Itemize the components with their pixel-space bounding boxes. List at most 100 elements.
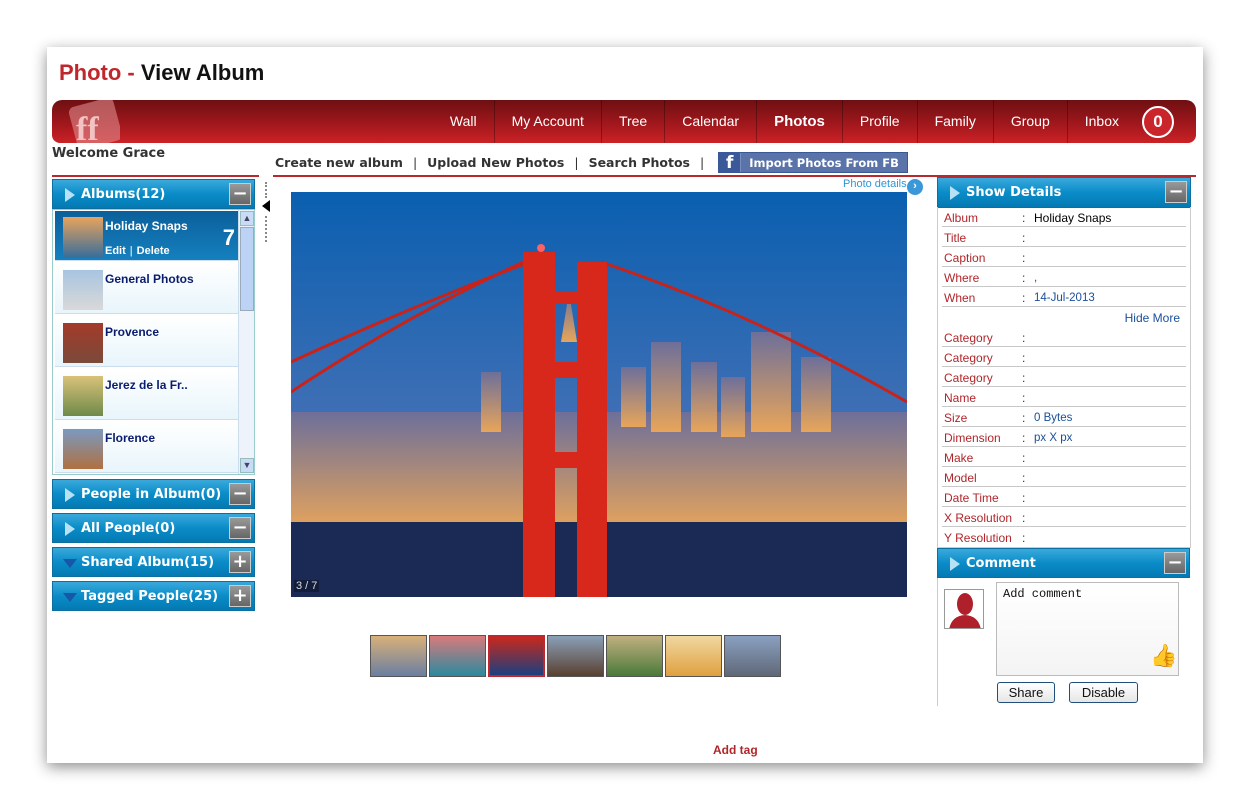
detail-label: Make [944,451,974,465]
comment-header[interactable]: Comment − [937,548,1190,578]
nav-profile[interactable]: Profile [841,100,917,143]
panel-header[interactable]: People in Album(0) − [52,479,255,509]
collapse-button[interactable]: − [1165,181,1187,203]
collapse-button[interactable]: − [1164,552,1186,574]
collapse-button[interactable]: − [229,517,251,539]
detail-value: px X px [1034,432,1073,444]
scrollbar[interactable]: ▲ ▼ [238,210,254,474]
add-tag-link[interactable]: Add tag [713,743,758,757]
colon: : [1022,431,1026,445]
photo-thumbnail[interactable] [488,635,545,677]
upload-photos-link[interactable]: Upload New Photos [427,155,564,170]
photo-thumbnail[interactable] [370,635,427,677]
album-item[interactable]: Provence [55,317,239,367]
album-thumbnail [63,376,103,416]
splitter-handle[interactable] [265,182,267,198]
expand-button[interactable]: + [229,551,251,573]
nav-inbox[interactable]: Inbox [1066,100,1136,143]
splitter-handle[interactable] [265,216,267,242]
album-thumbnail [63,217,103,257]
colon: : [1022,491,1026,505]
nav-my-account[interactable]: My Account [493,100,601,143]
panel-header[interactable]: All People(0) − [52,513,255,543]
disable-button[interactable]: Disable [1069,682,1138,703]
album-name[interactable]: Florence [105,431,155,445]
album-actions: Edit | Delete [105,245,170,257]
colon: : [1022,331,1026,345]
colon: : [1022,471,1026,485]
album-actions: Create new album | Upload New Photos | S… [275,152,908,173]
delete-link[interactable]: Delete [137,245,170,257]
detail-label: Category [944,351,993,365]
detail-label: Name [944,391,977,405]
panel-header[interactable]: Tagged People(25) + [52,581,255,611]
search-photos-link[interactable]: Search Photos [589,155,690,170]
inbox-count-badge[interactable]: 0 [1142,106,1174,138]
colon: : [1022,391,1026,405]
detail-value: 0 Bytes [1034,412,1073,424]
nav-family[interactable]: Family [916,100,993,143]
photo-thumbnail[interactable] [547,635,604,677]
nav-wall[interactable]: Wall [433,100,494,143]
colon: : [1022,251,1026,265]
photo-thumbnail[interactable] [665,635,722,677]
photo-thumbnail[interactable] [606,635,663,677]
colon: : [1022,231,1026,245]
photo-counter: 3 / 7 [294,580,320,592]
import-fb-button[interactable]: f Import Photos From FB [718,152,908,173]
nav-photos[interactable]: Photos [756,100,842,143]
detail-label: Size [944,411,968,425]
collapse-left-icon[interactable] [262,200,270,212]
detail-label: When [944,291,976,305]
colon: : [1022,351,1026,365]
thumbs-up-icon[interactable]: 👍 [1150,643,1177,669]
scroll-up-icon[interactable]: ▲ [240,211,254,226]
nav-tree[interactable]: Tree [600,100,664,143]
detail-value: Holiday Snaps [1034,211,1112,225]
triangle-right-icon [950,186,960,200]
triangle-right-icon [65,188,75,202]
photo-thumbnail[interactable] [724,635,781,677]
album-item[interactable]: Jerez de la Fr.. [55,370,239,420]
divider [937,578,938,706]
album-item[interactable]: General Photos [55,264,239,314]
scroll-thumb[interactable] [240,227,254,311]
detail-row: Category: [942,327,1186,347]
facebook-icon: f [719,153,742,173]
colon: : [1022,211,1026,225]
show-details-header[interactable]: Show Details − [937,177,1191,208]
album-name[interactable]: Provence [105,325,159,339]
album-item[interactable]: Holiday Snaps Edit | Delete 7 [55,211,239,261]
album-name[interactable]: General Photos [105,272,194,286]
edit-link[interactable]: Edit [105,245,126,257]
expand-button[interactable]: + [229,585,251,607]
separator: | [129,245,133,257]
album-name[interactable]: Jerez de la Fr.. [105,378,188,392]
colon: : [1022,511,1026,525]
nav-group[interactable]: Group [992,100,1067,143]
photo-thumbnail[interactable] [429,635,486,677]
scroll-down-icon[interactable]: ▼ [240,458,254,473]
chevron-right-icon[interactable]: › [907,179,923,195]
create-album-link[interactable]: Create new album [275,155,403,170]
hide-more-link[interactable]: Hide More [942,307,1186,327]
detail-row: Size:0 Bytes [942,407,1186,427]
detail-row: Dimension: px X px [942,427,1186,447]
photo-details-link[interactable]: Photo details [843,178,907,190]
panel-header[interactable]: Shared Album(15) + [52,547,255,577]
detail-label: Category [944,371,993,385]
detail-label: Title [944,231,967,245]
thumbnail-strip [370,635,781,677]
share-button[interactable]: Share [997,682,1055,703]
collapse-button[interactable]: − [229,483,251,505]
album-item[interactable]: Florence [55,423,239,473]
detail-row: X Resolution: [942,507,1186,527]
main-photo[interactable] [291,192,907,597]
collapse-button[interactable]: − [229,183,251,205]
detail-label: Model [944,471,977,485]
album-name[interactable]: Holiday Snaps [105,219,188,233]
albums-panel-header[interactable]: Albums(12) − [52,179,255,209]
details-table: Album: Holiday Snaps Title: Caption: Where:,… [937,207,1191,548]
detail-row: Where:, [942,267,1186,287]
nav-calendar[interactable]: Calendar [664,100,756,143]
